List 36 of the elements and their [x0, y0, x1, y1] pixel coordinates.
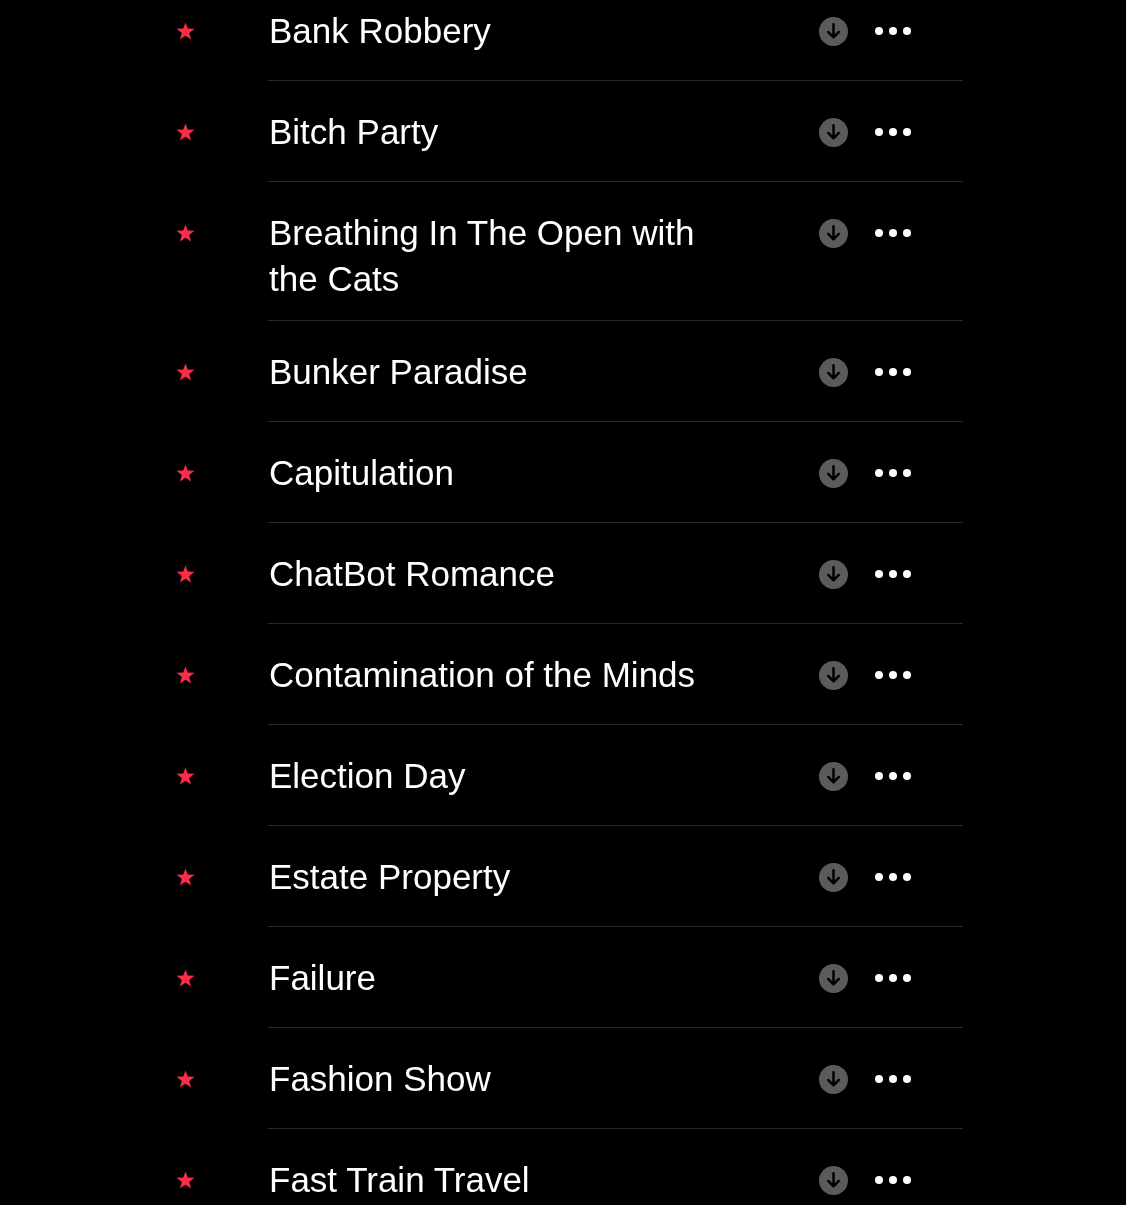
song-title: Fashion Show	[269, 1058, 491, 1100]
download-icon[interactable]	[819, 761, 848, 791]
more-icon[interactable]	[875, 1176, 911, 1184]
song-title: Fast Train Travel	[269, 1159, 530, 1201]
more-icon[interactable]	[875, 1075, 911, 1083]
song-title: Bunker Paradise	[269, 351, 528, 393]
more-icon[interactable]	[875, 772, 911, 780]
download-icon[interactable]	[819, 117, 848, 147]
download-icon[interactable]	[819, 458, 848, 488]
more-icon[interactable]	[875, 671, 911, 679]
download-icon[interactable]	[819, 1064, 848, 1094]
song-title: Breathing In The Open with the Cats	[269, 212, 696, 300]
more-icon[interactable]	[875, 469, 911, 477]
song-title: Bank Robbery	[269, 10, 491, 52]
download-icon[interactable]	[819, 559, 848, 589]
song-title: Estate Property	[269, 856, 511, 898]
song-title: Failure	[269, 957, 376, 999]
more-icon[interactable]	[875, 974, 911, 982]
download-icon[interactable]	[819, 660, 848, 690]
more-icon[interactable]	[875, 229, 911, 237]
song-title: Election Day	[269, 755, 466, 797]
more-icon[interactable]	[875, 873, 911, 881]
download-icon[interactable]	[819, 963, 848, 993]
song-title: Contamination of the Minds	[269, 654, 696, 696]
download-icon[interactable]	[819, 357, 848, 387]
song-title: ChatBot Romance	[269, 553, 555, 595]
song-title: Bitch Party	[269, 111, 439, 153]
download-icon[interactable]	[819, 862, 848, 892]
download-icon[interactable]	[819, 218, 848, 248]
more-icon[interactable]	[875, 570, 911, 578]
download-icon[interactable]	[819, 16, 848, 46]
download-icon[interactable]	[819, 1165, 848, 1195]
more-icon[interactable]	[875, 27, 911, 35]
song-title: Capitulation	[269, 452, 454, 494]
more-icon[interactable]	[875, 128, 911, 136]
more-icon[interactable]	[875, 368, 911, 376]
